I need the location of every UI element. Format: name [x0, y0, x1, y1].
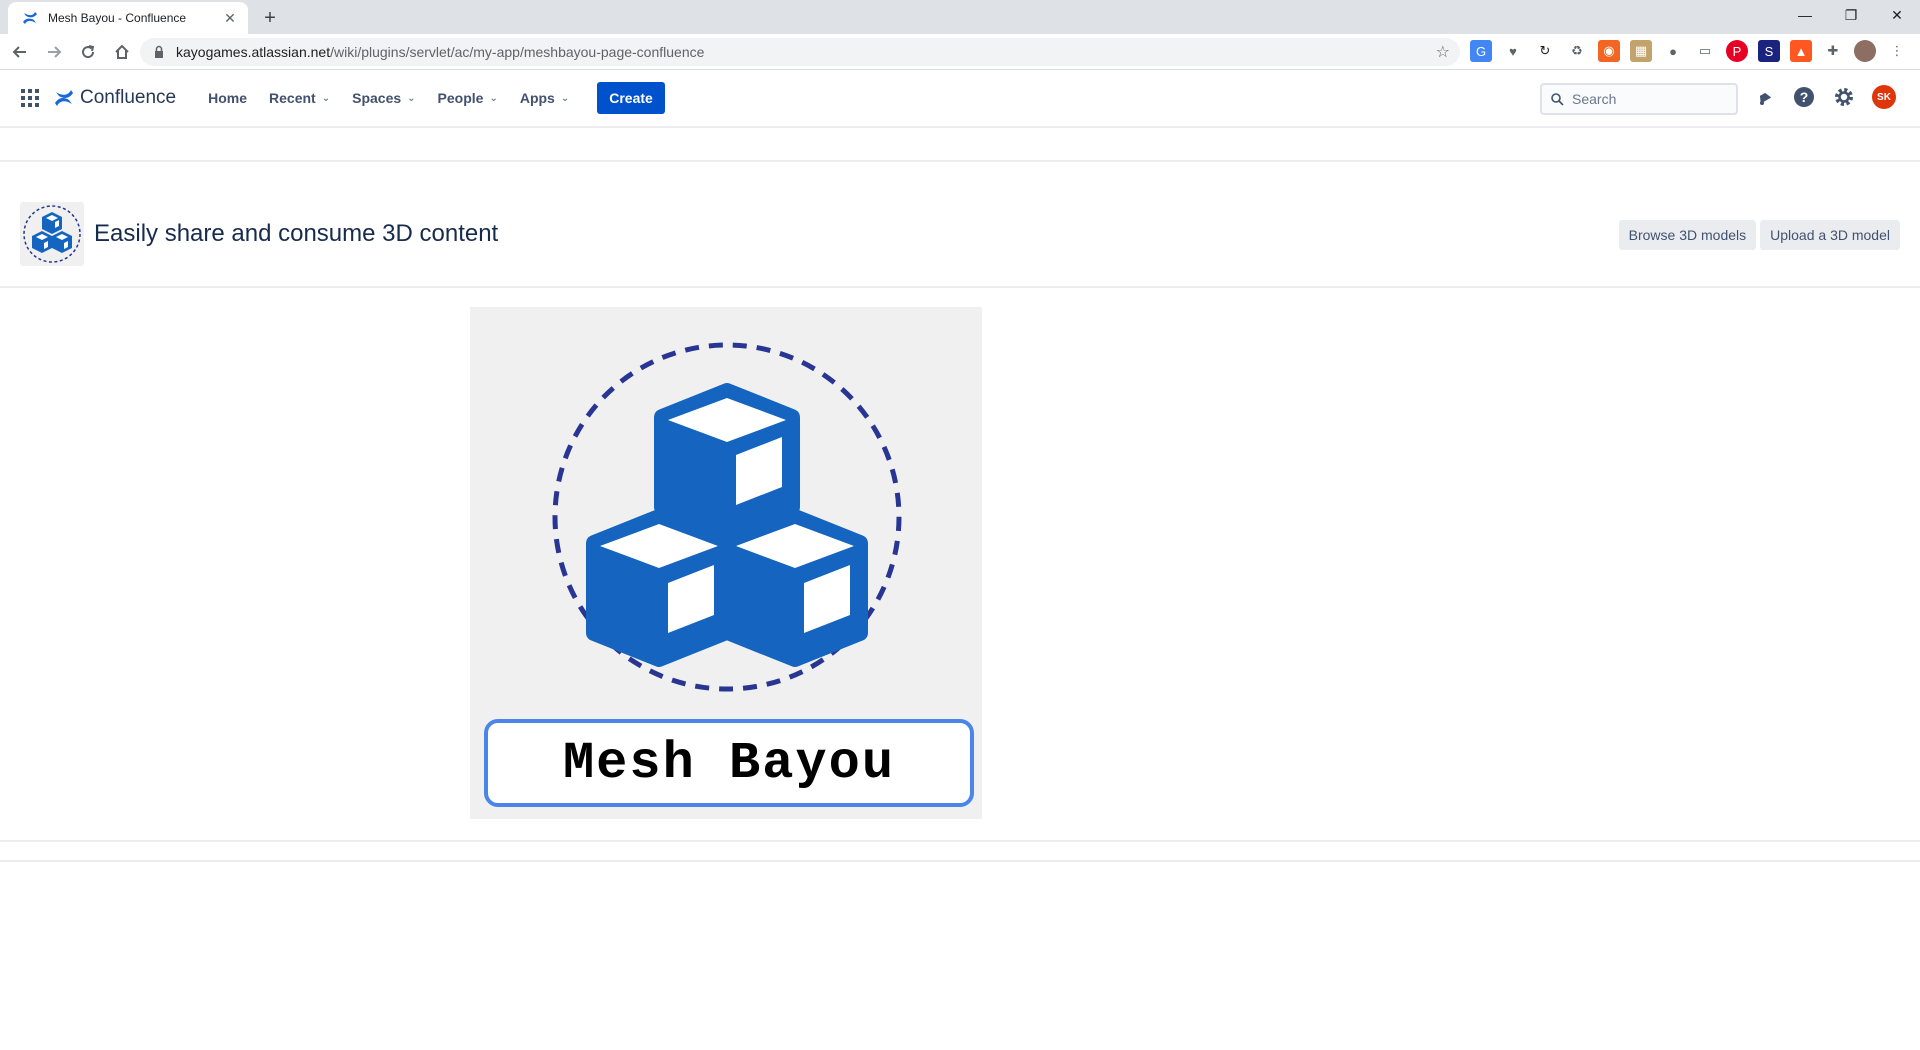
restore-icon[interactable]: ❐	[1828, 0, 1874, 30]
home-icon[interactable]	[108, 38, 136, 66]
bookmark-star-icon[interactable]: ☆	[1436, 42, 1450, 62]
browser-menu-icon[interactable]: ⋮	[1886, 40, 1908, 62]
chevron-down-icon: ⌄	[321, 92, 331, 104]
settings-gear-icon[interactable]	[1832, 85, 1856, 109]
primary-nav: Home Recent ⌄ Spaces ⌄ People ⌄ Apps ⌄	[208, 90, 569, 106]
nav-people-label: People	[437, 90, 484, 106]
browse-3d-models-button[interactable]: Browse 3D models	[1618, 220, 1757, 250]
hero-logo: Mesh Bayou	[470, 307, 982, 819]
pinterest-extension-icon[interactable]: P	[1726, 40, 1748, 62]
svg-text:?: ?	[1800, 89, 1809, 105]
browser-tab-strip: Mesh Bayou - Confluence ✕ + — ❐ ✕	[0, 0, 1920, 34]
confluence-logo-text: Confluence	[80, 87, 177, 108]
s-extension-icon[interactable]: S	[1758, 40, 1780, 62]
nav-home[interactable]: Home	[208, 90, 247, 106]
search-input[interactable]	[1572, 91, 1722, 107]
confluence-logo[interactable]: Confluence	[54, 87, 176, 109]
tab-close-icon[interactable]: ✕	[222, 10, 238, 26]
nav-apps[interactable]: Apps ⌄	[520, 90, 569, 106]
rss-extension-icon[interactable]: ◉	[1598, 40, 1620, 62]
chevron-down-icon: ⌄	[407, 92, 416, 104]
browser-toolbar: kayogames.atlassian.net/wiki/plugins/ser…	[0, 34, 1920, 70]
translate-extension-icon[interactable]: G	[1470, 40, 1492, 62]
app-header: Easily share and consume 3D content Brow…	[0, 196, 1920, 268]
new-tab-icon[interactable]: +	[258, 6, 282, 30]
profile-avatar-icon[interactable]	[1854, 40, 1876, 62]
forward-icon[interactable]	[40, 38, 68, 66]
app-switcher-icon[interactable]	[20, 88, 40, 108]
app-actions: Browse 3D models Upload a 3D model	[1618, 220, 1900, 250]
url-host: kayogames.atlassian.net	[176, 44, 331, 60]
cubes-hero-icon	[552, 342, 902, 692]
minimize-icon[interactable]: —	[1782, 0, 1828, 30]
pocket-extension-icon[interactable]: ♥	[1502, 40, 1524, 62]
extensions-row: G ♥ ↻ ♻ ◉ ▦ ● ▭ P S ▲ ✚ ⋮	[1470, 40, 1908, 62]
puzzle-extensions-icon[interactable]: ✚	[1822, 40, 1844, 62]
help-icon[interactable]: ?	[1792, 85, 1816, 109]
recycle-extension-icon[interactable]: ♻	[1566, 40, 1588, 62]
hero-name: Mesh Bayou	[562, 733, 896, 793]
chevron-down-icon: ⌄	[560, 92, 570, 104]
window-extension-icon[interactable]: ▭	[1694, 40, 1716, 62]
confluence-logo-icon	[55, 90, 73, 106]
confluence-header: Confluence Home Recent ⌄ Spaces ⌄ People ⌄ …	[0, 70, 1920, 128]
confluence-favicon-icon	[23, 12, 37, 24]
address-bar[interactable]: kayogames.atlassian.net/wiki/plugins/ser…	[140, 38, 1460, 66]
circle-extension-icon[interactable]: ●	[1662, 40, 1684, 62]
search-icon	[1551, 93, 1564, 106]
hero-name-box: Mesh Bayou	[484, 719, 974, 807]
lock-icon	[155, 45, 163, 58]
nav-spaces-label: Spaces	[352, 90, 402, 106]
chevron-down-icon: ⌄	[489, 92, 498, 104]
header-actions: ? SK	[1752, 85, 1896, 109]
divider	[0, 286, 1920, 288]
search-field[interactable]	[1540, 83, 1738, 115]
divider	[0, 160, 1920, 162]
flame-extension-icon[interactable]: ▲	[1790, 40, 1812, 62]
reload-icon[interactable]	[74, 38, 102, 66]
nav-recent[interactable]: Recent ⌄	[269, 90, 330, 106]
calendar-extension-icon[interactable]: ▦	[1630, 40, 1652, 62]
upload-3d-model-button[interactable]: Upload a 3D model	[1760, 220, 1900, 250]
window-controls: — ❐ ✕	[1782, 0, 1920, 30]
mesh-bayou-logo	[20, 202, 84, 266]
notifications-icon[interactable]	[1752, 85, 1776, 109]
nav-recent-label: Recent	[269, 90, 316, 106]
nav-people[interactable]: People ⌄	[438, 90, 498, 106]
close-window-icon[interactable]: ✕	[1874, 0, 1920, 30]
browser-tab[interactable]: Mesh Bayou - Confluence ✕	[8, 2, 248, 34]
nav-apps-label: Apps	[519, 90, 555, 106]
nav-home-label: Home	[208, 90, 248, 106]
divider	[0, 840, 1920, 842]
create-button[interactable]: Create	[597, 82, 665, 114]
tab-title: Mesh Bayou - Confluence	[48, 11, 187, 25]
divider	[0, 860, 1920, 862]
sync-extension-icon[interactable]: ↻	[1534, 40, 1556, 62]
back-icon[interactable]	[6, 38, 34, 66]
url-text: kayogames.atlassian.net/wiki/plugins/ser…	[176, 44, 1436, 60]
app-heading: Easily share and consume 3D content	[94, 220, 499, 247]
nav-spaces[interactable]: Spaces ⌄	[352, 90, 415, 106]
cubes-logo-icon	[23, 205, 81, 263]
user-avatar[interactable]: SK	[1872, 85, 1896, 109]
url-path: /wiki/plugins/servlet/ac/my-app/meshbayo…	[330, 44, 705, 60]
